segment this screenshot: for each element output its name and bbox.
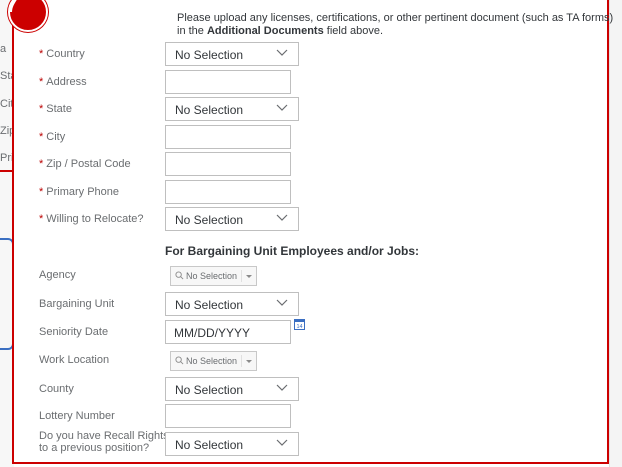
recall-rights-select[interactable]: No Selection bbox=[165, 432, 299, 456]
country-select[interactable]: No Selection bbox=[165, 42, 299, 66]
county-select[interactable]: No Selection bbox=[165, 377, 299, 401]
agency-combobox-value: No Selection bbox=[186, 271, 238, 281]
relocate-select[interactable]: No Selection bbox=[165, 207, 299, 231]
recall-rights-label: Do you have Recall Rights to a previous … bbox=[39, 430, 169, 454]
upload-note: Please upload any licenses, certificatio… bbox=[177, 12, 617, 38]
city-label: * City bbox=[39, 131, 65, 143]
required-marker: * bbox=[39, 158, 44, 170]
right-scroll-edge bbox=[609, 0, 622, 467]
required-marker: * bbox=[39, 76, 44, 88]
seniority-date-label: Seniority Date bbox=[39, 326, 109, 338]
seniority-date-input[interactable]: MM/DD/YYYY bbox=[165, 320, 291, 344]
primary-phone-label: * Primary Phone bbox=[39, 186, 119, 198]
work-location-combobox-value: No Selection bbox=[186, 356, 238, 366]
city-input[interactable] bbox=[165, 125, 291, 149]
bargaining-unit-select-value: No Selection bbox=[175, 298, 244, 312]
zip-label: * Zip / Postal Code bbox=[39, 158, 131, 170]
chevron-down-icon bbox=[276, 49, 288, 56]
state-select[interactable]: No Selection bbox=[165, 97, 299, 121]
step-badge: 7 bbox=[6, 0, 48, 32]
relocate-label-text: Willing to Relocate? bbox=[46, 213, 144, 225]
search-icon bbox=[175, 356, 184, 365]
zip-input[interactable] bbox=[165, 152, 291, 176]
state-select-value: No Selection bbox=[175, 103, 244, 117]
bargaining-section-heading: For Bargaining Unit Employees and/or Job… bbox=[165, 244, 420, 258]
dropdown-arrow-icon bbox=[246, 275, 252, 278]
chevron-down-icon bbox=[276, 299, 288, 306]
recall-rights-label-line2: to a previous position? bbox=[39, 442, 150, 454]
form-panel: 7 Please upload any licenses, certificat… bbox=[6, 0, 613, 464]
work-location-label: Work Location bbox=[39, 354, 110, 366]
county-select-value: No Selection bbox=[175, 383, 244, 397]
bargaining-unit-select[interactable]: No Selection bbox=[165, 292, 299, 316]
relocate-select-value: No Selection bbox=[175, 213, 244, 227]
step-number: 7 bbox=[6, 0, 18, 17]
address-input[interactable] bbox=[165, 70, 291, 94]
required-marker: * bbox=[39, 213, 44, 225]
required-marker: * bbox=[39, 131, 44, 143]
agency-combobox[interactable]: No Selection bbox=[170, 266, 257, 286]
combobox-separator bbox=[241, 270, 242, 282]
zip-label-text: Zip / Postal Code bbox=[46, 158, 131, 170]
required-marker: * bbox=[39, 48, 44, 60]
recall-rights-label-line1: Do you have Recall Rights bbox=[39, 430, 169, 442]
dropdown-arrow-icon bbox=[246, 360, 252, 363]
address-label: * Address bbox=[39, 76, 87, 88]
relocate-label: * Willing to Relocate? bbox=[39, 213, 144, 225]
city-label-text: City bbox=[46, 131, 66, 143]
work-location-combobox[interactable]: No Selection bbox=[170, 351, 257, 371]
upload-note-tail: field above. bbox=[323, 25, 384, 37]
seniority-date-input-value: MM/DD/YYYY bbox=[174, 326, 251, 340]
required-marker: * bbox=[39, 103, 44, 115]
chevron-down-icon bbox=[276, 214, 288, 221]
left-highlight-line bbox=[0, 170, 12, 172]
county-label: County bbox=[39, 383, 74, 395]
upload-note-link-text: Additional Documents bbox=[206, 25, 324, 37]
state-label: * State bbox=[39, 103, 72, 115]
combobox-separator bbox=[241, 355, 242, 367]
search-icon bbox=[175, 271, 184, 280]
country-label: * Country bbox=[39, 48, 85, 60]
chevron-down-icon bbox=[276, 439, 288, 446]
calendar-icon[interactable]: 14 bbox=[294, 318, 305, 330]
lottery-number-input[interactable] bbox=[165, 404, 291, 428]
country-select-value: No Selection bbox=[175, 48, 244, 62]
chevron-down-icon bbox=[276, 104, 288, 111]
state-label-text: State bbox=[46, 103, 72, 115]
primary-phone-label-text: Primary Phone bbox=[46, 186, 120, 198]
recall-rights-select-value: No Selection bbox=[175, 438, 244, 452]
chevron-down-icon bbox=[276, 384, 288, 391]
agency-label: Agency bbox=[39, 269, 76, 281]
address-label-text: Address bbox=[46, 76, 87, 88]
calendar-day: 14 bbox=[296, 324, 302, 330]
country-label-text: Country bbox=[46, 48, 85, 60]
lottery-number-label: Lottery Number bbox=[39, 410, 115, 422]
primary-phone-input[interactable] bbox=[165, 180, 291, 204]
required-marker: * bbox=[39, 186, 44, 198]
bargaining-unit-label: Bargaining Unit bbox=[39, 298, 115, 310]
